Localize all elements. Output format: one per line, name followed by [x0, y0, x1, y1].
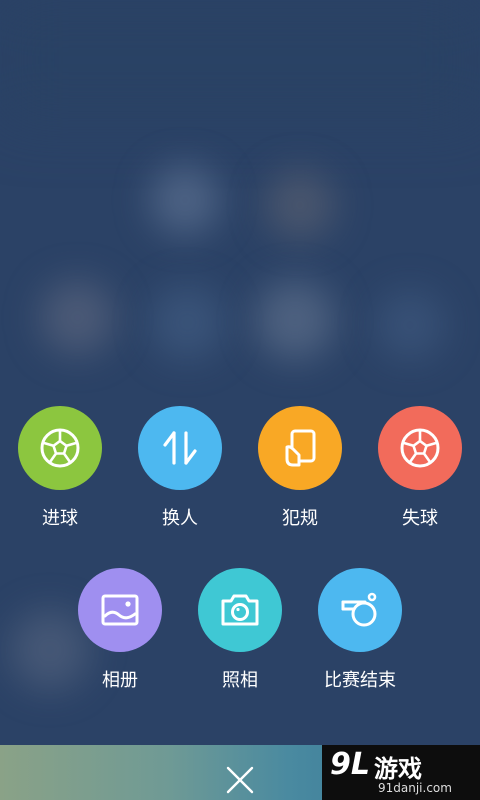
camera-circle[interactable] [198, 568, 282, 652]
background-blur [0, 0, 480, 120]
foul-button[interactable]: 犯规 [258, 406, 342, 530]
background-blur [150, 285, 225, 360]
close-icon[interactable] [225, 765, 255, 795]
background-blur [40, 280, 115, 355]
camera-button[interactable]: 照相 [198, 568, 282, 692]
substitute-label: 换人 [162, 508, 198, 529]
album-button[interactable]: 相册 [78, 568, 162, 692]
photo-album-icon [101, 594, 139, 626]
background-blur [375, 290, 445, 360]
album-circle[interactable] [78, 568, 162, 652]
watermark-logo: 9L [330, 747, 370, 782]
concede-circle[interactable] [378, 406, 462, 490]
end-match-circle[interactable] [318, 568, 402, 652]
album-label: 相册 [102, 670, 138, 691]
watermark-name: 游戏 [374, 755, 422, 783]
end-match-label: 比赛结束 [324, 670, 396, 691]
background-blur [150, 165, 220, 235]
watermark: 9L 游戏 91danji.com [322, 745, 480, 800]
soccer-ball-icon [400, 428, 440, 468]
watermark-url: 91danji.com [378, 781, 452, 795]
camera-label: 照相 [222, 670, 258, 691]
goal-circle[interactable] [18, 406, 102, 490]
goal-label: 进球 [42, 508, 78, 529]
background-blur [265, 170, 335, 240]
soccer-ball-icon [40, 428, 80, 468]
whistle-icon [341, 592, 377, 627]
concede-button[interactable]: 失球 [378, 406, 462, 530]
penalty-card-icon [285, 429, 316, 467]
close-button[interactable] [220, 760, 260, 800]
background-blur [255, 280, 335, 360]
foul-circle[interactable] [258, 406, 342, 490]
substitute-circle[interactable] [138, 406, 222, 490]
camera-icon [221, 594, 259, 626]
action-menu-overlay: 进球 换人 犯规 失球 相册 照相 比赛结束 9L 游戏 91danji.com [0, 0, 480, 800]
end-match-button[interactable]: 比赛结束 [318, 568, 402, 692]
concede-label: 失球 [402, 508, 438, 529]
substitute-button[interactable]: 换人 [138, 406, 222, 530]
foul-label: 犯规 [282, 508, 318, 529]
goal-button[interactable]: 进球 [18, 406, 102, 530]
swap-arrows-icon [163, 431, 197, 465]
